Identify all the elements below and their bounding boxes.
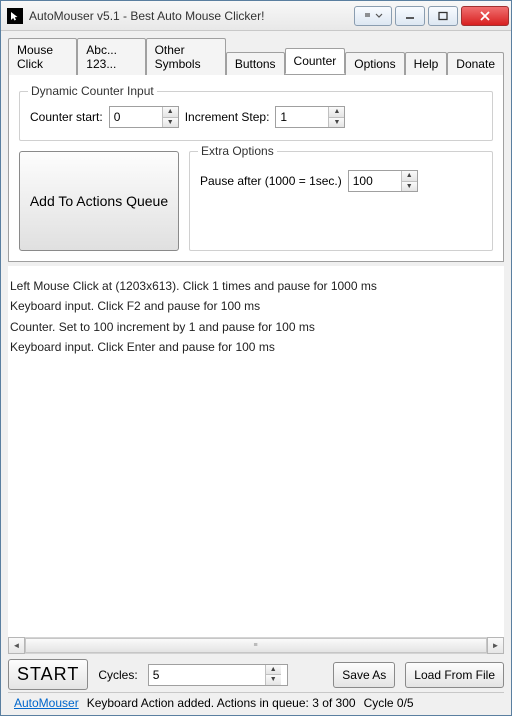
- window-buttons: [354, 6, 509, 26]
- scroll-track[interactable]: ≡: [25, 637, 487, 654]
- tab-options[interactable]: Options: [345, 52, 404, 75]
- cycles-up[interactable]: ▲: [266, 665, 281, 675]
- label-counter-start: Counter start:: [30, 110, 103, 124]
- window: AutoMouser v5.1 - Best Auto Mouse Clicke…: [0, 0, 512, 716]
- scroll-thumb[interactable]: ≡: [25, 638, 487, 653]
- bottom-bar: START Cycles: ▲ ▼ Save As Load From File: [8, 654, 504, 692]
- counter-start-up[interactable]: ▲: [163, 107, 178, 117]
- load-from-file-button[interactable]: Load From File: [405, 662, 504, 688]
- counter-start-input[interactable]: ▲ ▼: [109, 106, 179, 128]
- horizontal-scrollbar[interactable]: ◄ ≡ ►: [8, 637, 504, 654]
- app-icon: [7, 8, 23, 24]
- extra-legend: Extra Options: [198, 144, 277, 158]
- tab-panel-counter: Dynamic Counter Input Counter start: ▲ ▼…: [8, 74, 504, 262]
- pause-after-input[interactable]: ▲ ▼: [348, 170, 418, 192]
- close-button[interactable]: [461, 6, 509, 26]
- cycles-label: Cycles:: [98, 668, 137, 682]
- scroll-right-button[interactable]: ►: [487, 637, 504, 654]
- tab-other-symbols[interactable]: Other Symbols: [146, 38, 226, 75]
- tab-abc-123[interactable]: Abc... 123...: [77, 38, 145, 75]
- actions-log[interactable]: Left Mouse Click at (1203x613). Click 1 …: [8, 266, 504, 637]
- cycles-field[interactable]: [149, 665, 265, 685]
- help-dropdown-button[interactable]: [354, 6, 392, 26]
- log-line: Keyboard input. Click Enter and pause fo…: [10, 337, 502, 357]
- group-dynamic-counter: Dynamic Counter Input Counter start: ▲ ▼…: [19, 91, 493, 141]
- counter-start-field[interactable]: [110, 107, 162, 127]
- tab-mouse-click[interactable]: Mouse Click: [8, 38, 77, 75]
- tab-buttons[interactable]: Buttons: [226, 52, 285, 75]
- status-bar: AutoMouser Keyboard Action added. Action…: [8, 692, 504, 713]
- automouser-link[interactable]: AutoMouser: [14, 696, 79, 710]
- label-increment-step: Increment Step:: [185, 110, 270, 124]
- cycles-down[interactable]: ▼: [266, 674, 281, 685]
- scroll-left-button[interactable]: ◄: [8, 637, 25, 654]
- group-legend: Dynamic Counter Input: [28, 84, 157, 98]
- status-message: Keyboard Action added. Actions in queue:…: [87, 696, 356, 710]
- log-line: Counter. Set to 100 increment by 1 and p…: [10, 317, 502, 337]
- increment-step-field[interactable]: [276, 107, 328, 127]
- label-pause-after: Pause after (1000 = 1sec.): [200, 174, 342, 188]
- group-extra-options: Extra Options Pause after (1000 = 1sec.)…: [189, 151, 493, 251]
- save-as-button[interactable]: Save As: [333, 662, 395, 688]
- counter-start-down[interactable]: ▼: [163, 117, 178, 128]
- cycles-input[interactable]: ▲ ▼: [148, 664, 288, 686]
- status-cycle: Cycle 0/5: [364, 696, 414, 710]
- increment-step-down[interactable]: ▼: [329, 117, 344, 128]
- pause-after-down[interactable]: ▼: [402, 181, 417, 192]
- log-line: Left Mouse Click at (1203x613). Click 1 …: [10, 276, 502, 296]
- minimize-button[interactable]: [395, 6, 425, 26]
- maximize-button[interactable]: [428, 6, 458, 26]
- increment-step-input[interactable]: ▲ ▼: [275, 106, 345, 128]
- log-line: Keyboard input. Click F2 and pause for 1…: [10, 296, 502, 316]
- increment-step-up[interactable]: ▲: [329, 107, 344, 117]
- window-title: AutoMouser v5.1 - Best Auto Mouse Clicke…: [29, 9, 354, 23]
- tab-donate[interactable]: Donate: [447, 52, 504, 75]
- tab-counter[interactable]: Counter: [285, 48, 346, 74]
- tab-help[interactable]: Help: [405, 52, 448, 75]
- tab-strip: Mouse Click Abc... 123... Other Symbols …: [8, 37, 504, 74]
- start-button[interactable]: START: [8, 659, 88, 690]
- titlebar: AutoMouser v5.1 - Best Auto Mouse Clicke…: [1, 1, 511, 31]
- client-area: Mouse Click Abc... 123... Other Symbols …: [1, 31, 511, 715]
- pause-after-up[interactable]: ▲: [402, 171, 417, 181]
- pause-after-field[interactable]: [349, 171, 401, 191]
- add-to-actions-queue-button[interactable]: Add To Actions Queue: [19, 151, 179, 251]
